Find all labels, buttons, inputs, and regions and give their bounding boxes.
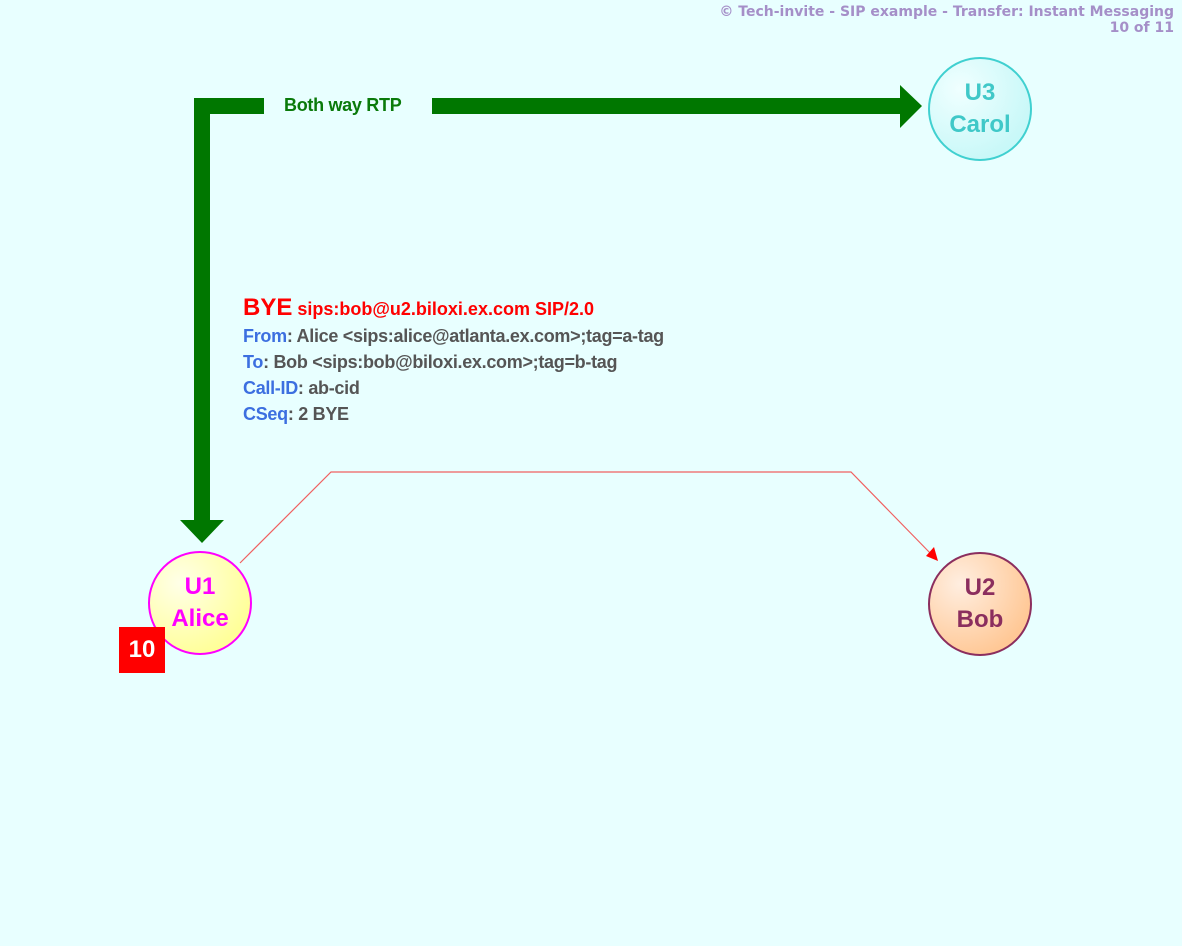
header-name: CSeq (243, 404, 288, 424)
node-name: Alice (171, 605, 229, 632)
header-call-id: Call-ID: ab-cid (243, 378, 360, 398)
header-value: 2 BYE (298, 404, 349, 424)
sip-message: BYE sips:bob@u2.biloxi.ex.com SIP/2.0 Fr… (243, 294, 664, 427)
header-name: To (243, 352, 264, 372)
node-bob: U2 Bob (928, 552, 1032, 656)
rtp-segment-vertical (194, 98, 210, 522)
bye-arrow-line (239, 471, 934, 564)
header-value: Bob <sips:bob@biloxi.ex.com>;tag=b-tag (273, 352, 618, 372)
header-value: Alice <sips:alice@atlanta.ex.com>;tag=a-… (296, 326, 665, 346)
header-from: From: Alice <sips:alice@atlanta.ex.com>;… (243, 326, 665, 346)
node-name: Carol (949, 111, 1011, 138)
rtp-arrowhead-right (900, 85, 922, 128)
sip-method: BYE (243, 294, 293, 321)
request-line: BYE sips:bob@u2.biloxi.ex.com SIP/2.0 (243, 294, 664, 323)
header-value: ab-cid (308, 378, 360, 398)
request-uri: sips:bob@u2.biloxi.ex.com SIP/2.0 (297, 299, 595, 319)
node-carol: U3 Carol (928, 57, 1032, 161)
node-id: U3 (964, 79, 996, 106)
rtp-segment-right (432, 98, 902, 114)
header-name: From (243, 326, 287, 346)
node-name: Bob (956, 606, 1004, 633)
node-id: U1 (184, 573, 216, 600)
rtp-label: Both way RTP (284, 95, 402, 115)
bye-arrow (239, 471, 938, 564)
step-badge: 10 (119, 627, 165, 673)
header-name: Call-ID (243, 378, 298, 398)
header-cseq: CSeq: 2 BYE (243, 404, 349, 424)
bye-arrowhead (926, 547, 938, 561)
rtp-arrowhead-down (180, 520, 224, 543)
node-id: U2 (964, 574, 996, 601)
header-to: To: Bob <sips:bob@biloxi.ex.com>;tag=b-t… (243, 352, 618, 372)
